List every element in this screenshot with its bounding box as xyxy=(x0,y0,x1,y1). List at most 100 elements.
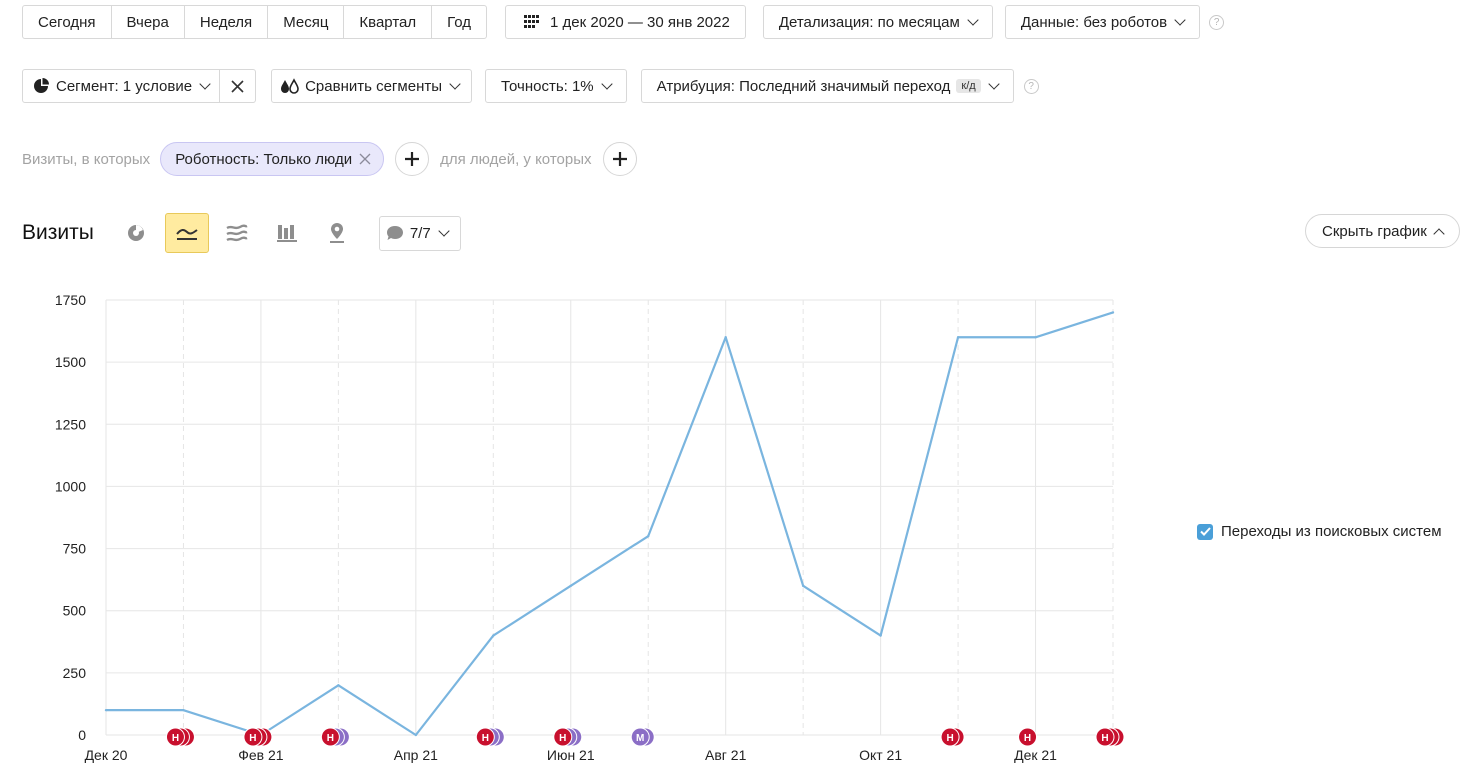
period-week-button[interactable]: Неделя xyxy=(183,5,269,39)
segment-group: Сегмент: 1 условие xyxy=(22,69,257,103)
people-filter-label: для людей, у которых xyxy=(440,150,592,168)
legend[interactable]: Переходы из поисковых систем xyxy=(1197,523,1442,540)
x-axis: Дек 20 Фев 21 Апр 21 Июн 21 Авг 21 Окт 21 Дек … xyxy=(85,747,1058,763)
data-filter-label: Данные: без роботов xyxy=(1020,13,1168,31)
annotation-marker[interactable]: Н xyxy=(553,727,583,747)
compare-label: Сравнить сегменты xyxy=(305,77,442,95)
annotation-marker[interactable]: Н xyxy=(320,727,350,747)
y-tick-label: 250 xyxy=(63,665,87,681)
add-visit-condition-button[interactable] xyxy=(395,142,430,176)
chevron-down-icon xyxy=(1174,14,1186,26)
x-tick-label: Фев 21 xyxy=(238,747,284,763)
data-point xyxy=(414,733,418,737)
series-line xyxy=(106,311,1114,737)
annotation-marker[interactable]: Н xyxy=(243,727,273,747)
chevron-down-icon xyxy=(988,78,1000,90)
x-tick-label: Дек 21 xyxy=(1014,747,1057,763)
toolbar-row-2: Сегмент: 1 условие Сравнить сегменты Точ… xyxy=(22,69,1039,103)
annotations-dropdown[interactable]: 7/7 xyxy=(378,215,461,251)
y-tick-label: 0 xyxy=(78,727,86,743)
line-chart-icon xyxy=(176,228,198,240)
chart-header: Визиты 7/7 xyxy=(22,213,461,253)
check-icon xyxy=(1199,527,1211,536)
chart-type-area-button[interactable] xyxy=(215,213,259,253)
data-filter-dropdown[interactable]: Данные: без роботов xyxy=(1004,5,1201,39)
segment-dropdown[interactable]: Сегмент: 1 условие xyxy=(22,69,221,103)
attribution-dropdown[interactable]: Атрибуция: Последний значимый переход к/… xyxy=(640,69,1014,103)
accuracy-label: Точность: 1% xyxy=(501,77,594,95)
data-point xyxy=(337,684,340,687)
visits-filter-label: Визиты, в которых xyxy=(22,150,151,168)
compare-segments-dropdown[interactable]: Сравнить сегменты xyxy=(271,69,472,103)
annotations-layer: НННННМННН xyxy=(165,727,1125,747)
comment-icon xyxy=(386,226,403,240)
y-tick-label: 1250 xyxy=(55,416,86,432)
date-range-label: 1 дек 2020 — 30 янв 2022 xyxy=(550,13,730,31)
annotation-marker[interactable]: Н xyxy=(165,727,195,747)
data-point xyxy=(569,584,572,588)
segment-clear-button[interactable] xyxy=(219,69,257,103)
help-icon[interactable]: ? xyxy=(1209,14,1225,30)
period-group: Сегодня Вчера Неделя Месяц Квартал Год xyxy=(22,5,488,39)
date-range-button[interactable]: 1 дек 2020 — 30 янв 2022 xyxy=(505,5,746,39)
x-tick-label: Дек 20 xyxy=(85,747,128,763)
hide-chart-button[interactable]: Скрыть график xyxy=(1305,214,1460,248)
toolbar-row-1: Сегодня Вчера Неделя Месяц Квартал Год 1… xyxy=(22,5,1225,39)
annotation-marker[interactable]: Н xyxy=(1018,727,1038,747)
y-tick-label: 500 xyxy=(63,603,87,619)
add-people-condition-button[interactable] xyxy=(603,142,638,176)
attribution-label: Атрибуция: Последний значимый переход xyxy=(656,77,951,95)
data-point xyxy=(724,336,727,339)
detail-dropdown[interactable]: Детализация: по месяцам xyxy=(762,5,993,39)
close-icon xyxy=(231,79,244,93)
pie-chart-icon xyxy=(127,225,144,241)
period-year-button[interactable]: Год xyxy=(431,5,488,39)
annotation-letter: Н xyxy=(559,733,566,744)
filter-chip-robotness[interactable]: Роботность: Только люди xyxy=(160,142,385,176)
annotation-marker[interactable]: Н xyxy=(1095,727,1125,747)
map-pin-icon xyxy=(329,223,344,243)
y-tick-label: 750 xyxy=(63,541,87,557)
detail-label: Детализация: по месяцам xyxy=(778,13,960,31)
chart-grid xyxy=(105,299,1114,736)
bar-chart-icon xyxy=(276,225,297,242)
annotation-letter: Н xyxy=(946,733,953,744)
plus-icon xyxy=(405,152,420,166)
annotation-letter: Н xyxy=(1024,733,1031,744)
accuracy-dropdown[interactable]: Точность: 1% xyxy=(485,69,627,103)
period-today-button[interactable]: Сегодня xyxy=(22,5,112,39)
chevron-down-icon xyxy=(199,78,211,90)
filter-chip-label: Роботность: Только люди xyxy=(175,150,353,168)
y-tick-label: 1750 xyxy=(55,292,86,308)
chevron-down-icon xyxy=(438,225,450,237)
annotation-letter: Н xyxy=(172,733,179,744)
y-axis: 0 250 500 750 1000 1250 1500 1750 xyxy=(55,292,86,743)
period-quarter-button[interactable]: Квартал xyxy=(343,5,433,39)
annotation-marker[interactable]: М xyxy=(630,727,655,747)
hide-chart-label: Скрыть график xyxy=(1322,222,1427,240)
legend-label: Переходы из поисковых систем xyxy=(1221,523,1442,540)
chevron-down-icon xyxy=(449,78,461,90)
help-icon[interactable]: ? xyxy=(1023,78,1039,94)
x-tick-label: Апр 21 xyxy=(394,747,438,763)
close-icon[interactable] xyxy=(359,153,371,165)
annotation-letter: Н xyxy=(1101,733,1108,744)
annotation-marker[interactable]: Н xyxy=(940,727,965,747)
calendar-icon xyxy=(524,15,540,28)
filter-row: Визиты, в которых Роботность: Только люд… xyxy=(22,142,638,176)
chart-type-line-button[interactable] xyxy=(164,213,209,253)
data-point xyxy=(801,584,805,588)
x-tick-label: Июн 21 xyxy=(547,747,595,763)
data-point xyxy=(492,634,495,637)
period-month-button[interactable]: Месяц xyxy=(267,5,345,39)
data-point xyxy=(956,336,960,339)
period-yesterday-button[interactable]: Вчера xyxy=(110,5,185,39)
chevron-down-icon xyxy=(967,14,979,26)
chart-type-map-button[interactable] xyxy=(315,213,359,253)
annotation-marker[interactable]: Н xyxy=(475,727,505,747)
legend-checkbox[interactable] xyxy=(1197,523,1213,540)
chart-type-bar-button[interactable] xyxy=(265,213,309,253)
compare-drops-icon xyxy=(281,78,299,94)
chart-type-pie-button[interactable] xyxy=(114,213,158,253)
y-tick-label: 1000 xyxy=(55,478,86,494)
